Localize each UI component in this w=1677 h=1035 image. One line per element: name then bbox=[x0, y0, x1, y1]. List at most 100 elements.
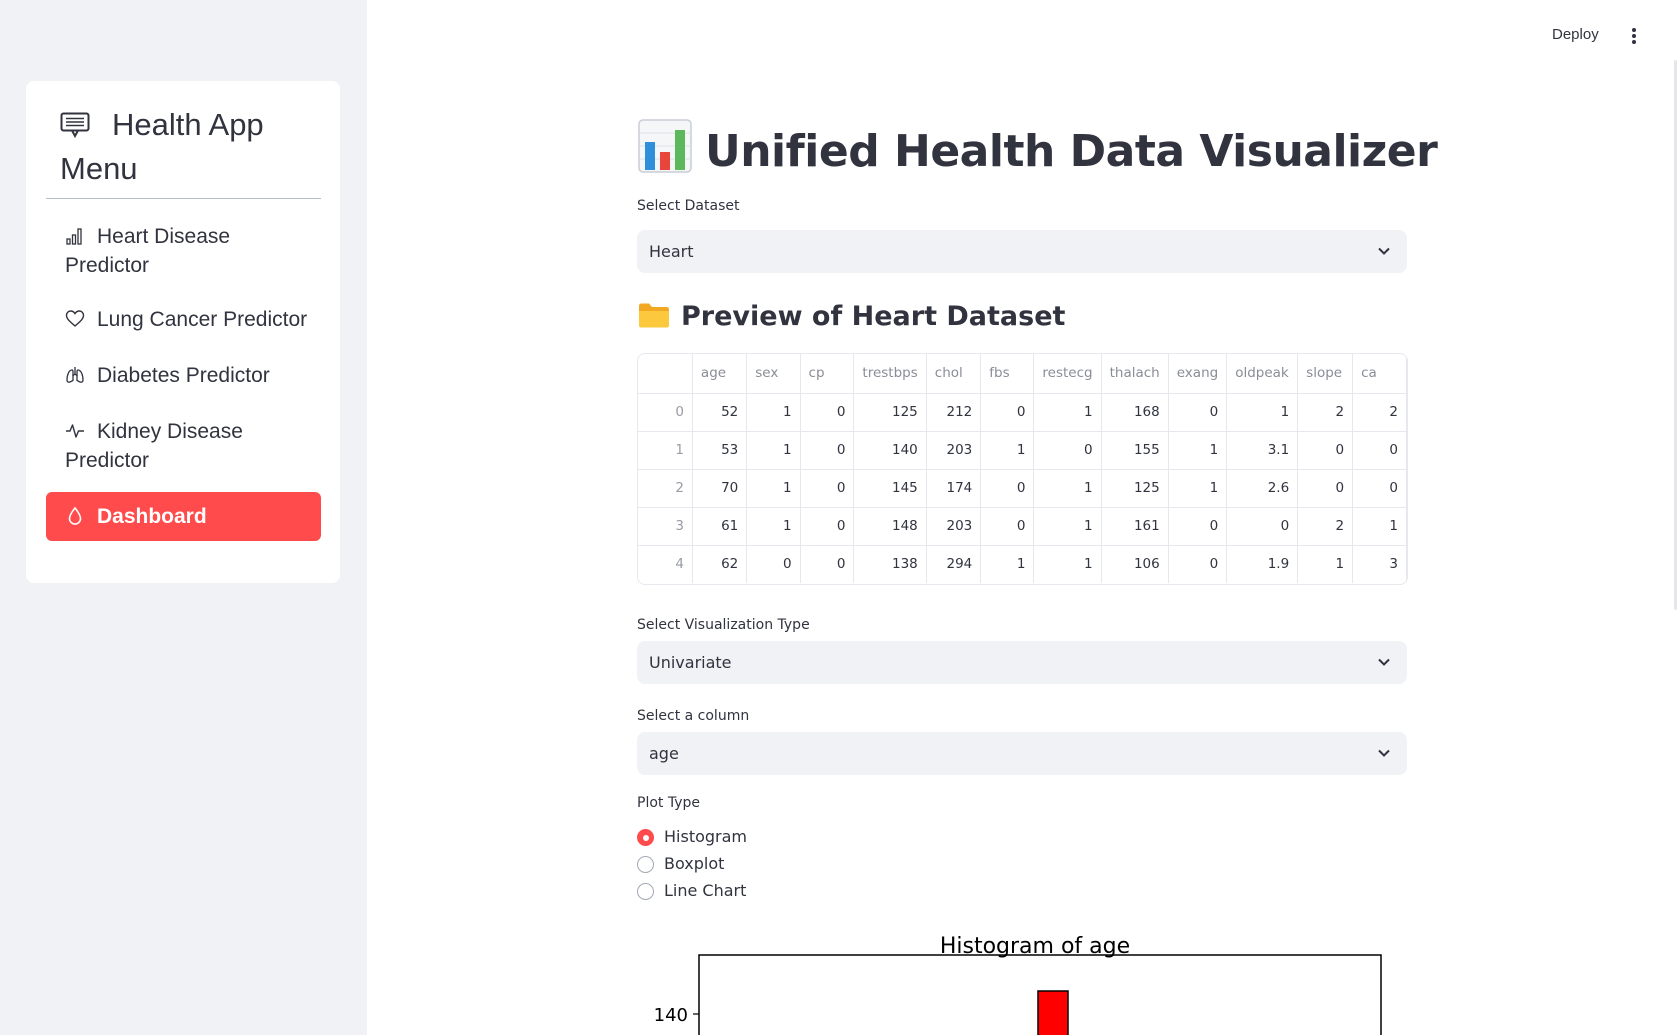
table-cell[interactable]: 106 bbox=[1101, 545, 1169, 583]
table-cell[interactable]: 0 bbox=[980, 507, 1035, 546]
column-header[interactable]: trestbps bbox=[853, 354, 927, 394]
table-cell[interactable]: 0 bbox=[980, 393, 1035, 432]
table-cell[interactable]: 0 bbox=[1297, 469, 1354, 508]
deploy-button[interactable]: Deploy bbox=[1546, 22, 1605, 48]
table-cell[interactable]: 2.6 bbox=[1226, 469, 1299, 508]
radio-boxplot[interactable]: Boxplot bbox=[637, 851, 724, 877]
table-cell[interactable]: 1 bbox=[1033, 545, 1102, 583]
table-cell[interactable]: 0 bbox=[980, 469, 1035, 508]
row-index-cell[interactable]: 2 bbox=[638, 469, 693, 508]
column-header[interactable]: chol bbox=[926, 354, 982, 394]
table-cell[interactable]: 148 bbox=[853, 507, 927, 546]
table-cell[interactable]: 294 bbox=[926, 545, 982, 583]
table-cell[interactable]: 2 bbox=[1297, 393, 1354, 432]
column-select-value: age bbox=[649, 744, 679, 763]
column-header[interactable]: fbs bbox=[980, 354, 1035, 394]
table-cell[interactable]: 70 bbox=[692, 469, 748, 508]
table-row[interactable]: 4 62 0 0 138 294 1 1 106 0 1.9 1 3 bbox=[638, 545, 1407, 583]
table-cell[interactable]: 2 bbox=[1352, 393, 1407, 432]
sidebar-item-dashboard[interactable]: Dashboard bbox=[46, 492, 321, 541]
sidebar-item-diabetes[interactable]: Diabetes Predictor bbox=[46, 357, 321, 394]
dataset-select[interactable]: Heart bbox=[637, 230, 1407, 273]
table-cell[interactable]: 1 bbox=[1033, 469, 1102, 508]
table-row[interactable]: 3 61 1 0 148 203 0 1 161 0 0 2 1 bbox=[638, 507, 1407, 546]
table-cell[interactable]: 0 bbox=[1033, 431, 1102, 470]
table-cell[interactable]: 140 bbox=[853, 431, 927, 470]
histogram-chart: Histogram of age 140 bbox=[637, 925, 1407, 1035]
column-header[interactable]: cp bbox=[800, 354, 855, 394]
column-header[interactable]: exang bbox=[1168, 354, 1228, 394]
table-cell[interactable]: 62 bbox=[692, 545, 748, 583]
table-cell[interactable]: 3 bbox=[1352, 545, 1407, 583]
table-cell[interactable]: 0 bbox=[746, 545, 801, 583]
folder-icon bbox=[639, 303, 669, 328]
row-index-cell[interactable]: 3 bbox=[638, 507, 693, 546]
column-header[interactable]: thalach bbox=[1101, 354, 1169, 394]
table-cell[interactable]: 1 bbox=[1033, 393, 1102, 432]
row-index-cell[interactable]: 0 bbox=[638, 393, 693, 432]
table-cell[interactable]: 155 bbox=[1101, 431, 1169, 470]
column-header[interactable]: ca bbox=[1352, 354, 1407, 394]
table-cell[interactable]: 0 bbox=[1168, 393, 1228, 432]
table-cell[interactable]: 1 bbox=[1033, 507, 1102, 546]
table-cell[interactable]: 1 bbox=[746, 431, 801, 470]
sidebar-item-kidney-disease[interactable]: Kidney Disease Predictor bbox=[46, 413, 321, 479]
table-cell[interactable]: 212 bbox=[926, 393, 982, 432]
table-cell[interactable]: 0 bbox=[800, 507, 855, 546]
table-cell[interactable]: 1 bbox=[1352, 507, 1407, 546]
table-cell[interactable]: 1 bbox=[746, 507, 801, 546]
table-cell[interactable]: 168 bbox=[1101, 393, 1169, 432]
sidebar-item-lung-cancer[interactable]: Lung Cancer Predictor bbox=[46, 301, 321, 338]
table-cell[interactable]: 0 bbox=[1352, 431, 1407, 470]
column-header[interactable]: oldpeak bbox=[1226, 354, 1299, 394]
table-cell[interactable]: 1 bbox=[1168, 431, 1228, 470]
dataset-preview-table[interactable]: age sex cp trestbps chol fbs restecg tha… bbox=[637, 353, 1408, 585]
table-cell[interactable]: 0 bbox=[1352, 469, 1407, 508]
table-cell[interactable]: 125 bbox=[1101, 469, 1169, 508]
table-cell[interactable]: 0 bbox=[800, 545, 855, 583]
table-cell[interactable]: 203 bbox=[926, 507, 982, 546]
table-cell[interactable]: 53 bbox=[692, 431, 748, 470]
column-header[interactable]: age bbox=[692, 354, 748, 394]
radio-histogram[interactable]: Histogram bbox=[637, 824, 747, 850]
table-cell[interactable]: 0 bbox=[800, 393, 855, 432]
column-header[interactable]: slope bbox=[1297, 354, 1354, 394]
sidebar-item-heart-disease[interactable]: Heart Disease Predictor bbox=[46, 218, 321, 284]
table-cell[interactable]: 1 bbox=[980, 545, 1035, 583]
table-cell[interactable]: 61 bbox=[692, 507, 748, 546]
table-cell[interactable]: 3.1 bbox=[1226, 431, 1299, 470]
table-row[interactable]: 0 52 1 0 125 212 0 1 168 0 1 2 2 bbox=[638, 393, 1407, 432]
column-header[interactable] bbox=[638, 354, 693, 394]
table-cell[interactable]: 1 bbox=[746, 469, 801, 508]
more-menu-icon[interactable] bbox=[1625, 26, 1643, 46]
table-cell[interactable]: 1 bbox=[980, 431, 1035, 470]
row-index-cell[interactable]: 4 bbox=[638, 545, 693, 583]
table-cell[interactable]: 1 bbox=[1168, 469, 1228, 508]
table-cell[interactable]: 0 bbox=[1297, 431, 1354, 470]
row-index-cell[interactable]: 1 bbox=[638, 431, 693, 470]
table-cell[interactable]: 0 bbox=[1226, 507, 1299, 546]
table-row[interactable]: 2 70 1 0 145 174 0 1 125 1 2.6 0 0 bbox=[638, 469, 1407, 508]
table-cell[interactable]: 0 bbox=[800, 469, 855, 508]
table-cell[interactable]: 145 bbox=[853, 469, 927, 508]
table-cell[interactable]: 1 bbox=[746, 393, 801, 432]
column-header[interactable]: restecg bbox=[1033, 354, 1102, 394]
radio-line-chart[interactable]: Line Chart bbox=[637, 878, 746, 904]
table-row[interactable]: 1 53 1 0 140 203 1 0 155 1 3.1 0 0 bbox=[638, 431, 1407, 470]
table-cell[interactable]: 203 bbox=[926, 431, 982, 470]
table-cell[interactable]: 1.9 bbox=[1226, 545, 1299, 583]
table-cell[interactable]: 0 bbox=[1168, 545, 1228, 583]
table-cell[interactable]: 125 bbox=[853, 393, 927, 432]
table-cell[interactable]: 1 bbox=[1226, 393, 1299, 432]
viz-type-select[interactable]: Univariate bbox=[637, 641, 1407, 684]
table-cell[interactable]: 138 bbox=[853, 545, 927, 583]
table-cell[interactable]: 0 bbox=[800, 431, 855, 470]
table-cell[interactable]: 52 bbox=[692, 393, 748, 432]
table-cell[interactable]: 161 bbox=[1101, 507, 1169, 546]
column-select[interactable]: age bbox=[637, 732, 1407, 775]
column-header[interactable]: sex bbox=[746, 354, 801, 394]
table-cell[interactable]: 2 bbox=[1297, 507, 1354, 546]
table-cell[interactable]: 1 bbox=[1297, 545, 1354, 583]
table-cell[interactable]: 174 bbox=[926, 469, 982, 508]
table-cell[interactable]: 0 bbox=[1168, 507, 1228, 546]
